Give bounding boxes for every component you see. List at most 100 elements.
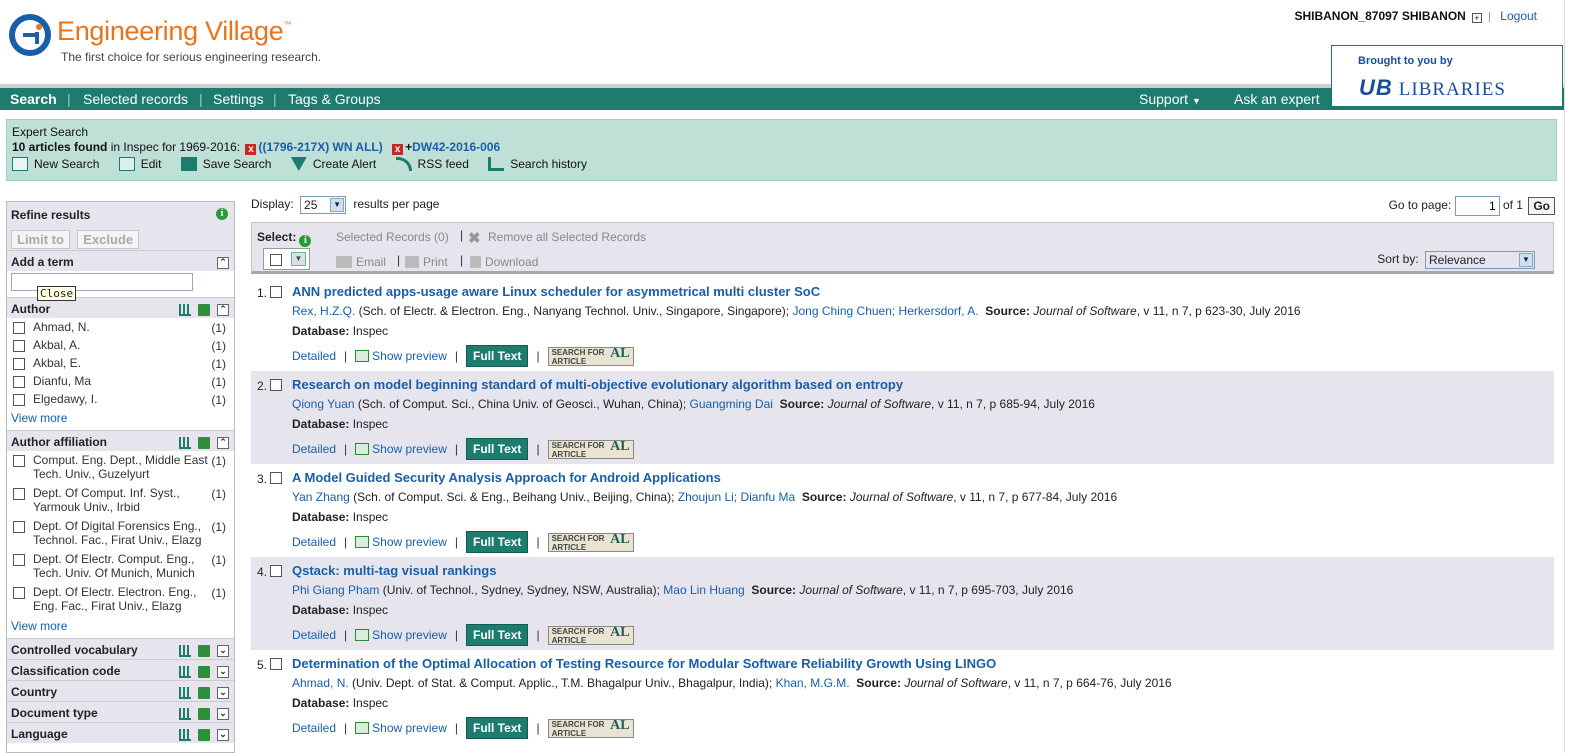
chart-icon[interactable] [179,686,191,699]
checkbox[interactable] [13,455,25,467]
expand-icon[interactable]: ⌄ [217,644,229,657]
chart-icon[interactable] [179,665,191,678]
download-button[interactable]: Download [470,255,538,269]
affiliation-item[interactable]: Dept. Of Comput. Inf. Syst., Yarmouk Univ… [11,486,230,519]
info-icon[interactable]: i [216,208,228,220]
author-link[interactable]: Phi Giang Pham [292,583,379,597]
result-checkbox[interactable] [270,658,282,670]
affiliation-item[interactable]: Dept. Of Electr. Comput. Eng., Tech. Univ… [11,552,230,585]
ub-libraries-logo[interactable]: UB LIBRARIES [1359,75,1506,101]
info-icon[interactable]: i [299,235,312,247]
author-link[interactable]: Zhoujun Li; Dianfu Ma [678,490,795,504]
author-link[interactable]: Ahmad, N. [292,676,349,690]
collapse-icon[interactable]: ⌃ [217,303,229,316]
nav-ask-expert[interactable]: Ask an expert [1234,91,1320,107]
chart-icon[interactable] [179,303,191,316]
checkbox[interactable] [13,554,25,566]
result-checkbox[interactable] [270,286,282,298]
edit-button[interactable]: Edit [118,157,161,171]
result-checkbox[interactable] [270,565,282,577]
select-all-checkbox[interactable] [270,254,282,266]
author-link[interactable]: Mao Lin Huang [663,583,744,597]
author-item[interactable]: Elgedawy, I. (1) [11,392,230,410]
rss-feed-button[interactable]: RSS feed [395,157,469,171]
show-preview-link[interactable]: Show preview [355,628,447,642]
expand-icon[interactable]: ⌄ [217,665,229,678]
result-title-link[interactable]: ANN predicted apps-usage aware Linux sch… [292,284,820,299]
author-item[interactable]: Ahmad, N. (1) [11,320,230,338]
detailed-link[interactable]: Detailed [292,349,336,363]
result-title-link[interactable]: Determination of the Optimal Allocation … [292,656,996,671]
detailed-link[interactable]: Detailed [292,535,336,549]
show-preview-link[interactable]: Show preview [355,442,447,456]
selected-records-link[interactable]: Selected Records (0) [336,230,449,244]
affiliation-item[interactable]: Comput. Eng. Dept., Middle East Tech. Uni… [11,453,230,486]
checkbox[interactable] [13,340,25,352]
search-term-link[interactable]: DW42-2016-006 [412,140,500,154]
go-button[interactable]: Go [1528,197,1555,215]
author-item[interactable]: Dianfu, Ma (1) [11,374,230,392]
result-title-link[interactable]: A Model Guided Security Analysis Approac… [292,470,721,485]
detailed-link[interactable]: Detailed [292,721,336,735]
detailed-link[interactable]: Detailed [292,442,336,456]
export-icon[interactable] [198,665,210,678]
checkbox[interactable] [13,394,25,406]
full-text-button[interactable]: Full Text [465,531,529,553]
save-search-button[interactable]: Save Search [180,157,271,171]
new-search-button[interactable]: New Search [12,157,99,171]
author-link[interactable]: Qiong Yuan [292,397,355,411]
chart-icon[interactable] [179,436,191,449]
chart-icon[interactable] [179,644,191,657]
author-link[interactable]: Khan, M.G.M. [776,676,850,690]
results-per-page-select[interactable]: 25 ▼ [300,196,347,214]
affiliation-item[interactable]: Dept. Of Electr. Electron. Eng., Eng. Fac… [11,585,230,618]
checkbox[interactable] [13,521,25,533]
author-link[interactable]: Yan Zhang [292,490,350,504]
expand-icon[interactable]: + [1471,13,1482,23]
author-item[interactable]: Akbal, E. (1) [11,356,230,374]
author-link[interactable]: Guangming Dai [690,397,773,411]
chart-icon[interactable] [179,728,191,741]
create-alert-button[interactable]: Create Alert [290,157,376,171]
nav-search[interactable]: Search [10,91,57,107]
remove-term-icon[interactable]: x [392,144,404,155]
export-icon[interactable] [198,707,210,720]
collapse-icon[interactable]: ⌃ [217,256,229,269]
checkbox[interactable] [13,322,25,334]
chevron-down-icon[interactable]: ▼ [291,252,306,266]
collapse-icon[interactable]: ⌃ [217,436,229,449]
site-title[interactable]: Engineering Village™ [57,16,291,47]
nav-settings[interactable]: Settings [213,91,264,107]
export-icon[interactable] [198,303,210,316]
nav-selected-records[interactable]: Selected records [83,91,188,107]
limit-to-button[interactable]: Limit to [11,230,70,249]
search-for-article-button[interactable]: SEARCH FOR ARTICLE AL [547,533,634,553]
search-for-article-button[interactable]: SEARCH FOR ARTICLE AL [547,626,634,646]
scrollbar-area[interactable] [1564,0,1587,753]
author-link[interactable]: Jong Ching Chuen; Herkersdorf, A. [792,304,978,318]
detailed-link[interactable]: Detailed [292,628,336,642]
result-title-link[interactable]: Research on model beginning standard of … [292,377,903,392]
export-icon[interactable] [198,686,210,699]
show-preview-link[interactable]: Show preview [355,535,447,549]
search-for-article-button[interactable]: SEARCH FOR ARTICLE AL [547,440,634,460]
export-icon[interactable] [198,436,210,449]
checkbox[interactable] [13,376,25,388]
author-item[interactable]: Akbal, A. (1) [11,338,230,356]
author-link[interactable]: Rex, H.Z.Q. [292,304,355,318]
show-preview-link[interactable]: Show preview [355,349,447,363]
checkbox[interactable] [13,358,25,370]
engineering-village-logo-icon[interactable] [9,14,51,56]
search-term-link[interactable]: ((1796-217X) WN ALL) [258,140,382,154]
export-icon[interactable] [198,728,210,741]
facet-language[interactable]: Language ⌄ [7,722,234,743]
exclude-button[interactable]: Exclude [77,230,140,249]
expand-icon[interactable]: ⌄ [217,707,229,720]
search-for-article-button[interactable]: SEARCH FOR ARTICLE AL [547,719,634,739]
sort-select[interactable]: Relevance ▼ [1425,251,1535,269]
search-for-article-button[interactable]: SEARCH FOR ARTICLE AL [547,347,634,367]
search-history-button[interactable]: Search history [488,157,587,171]
checkbox[interactable] [13,587,25,599]
full-text-button[interactable]: Full Text [465,438,529,460]
email-button[interactable]: Email [336,255,386,269]
